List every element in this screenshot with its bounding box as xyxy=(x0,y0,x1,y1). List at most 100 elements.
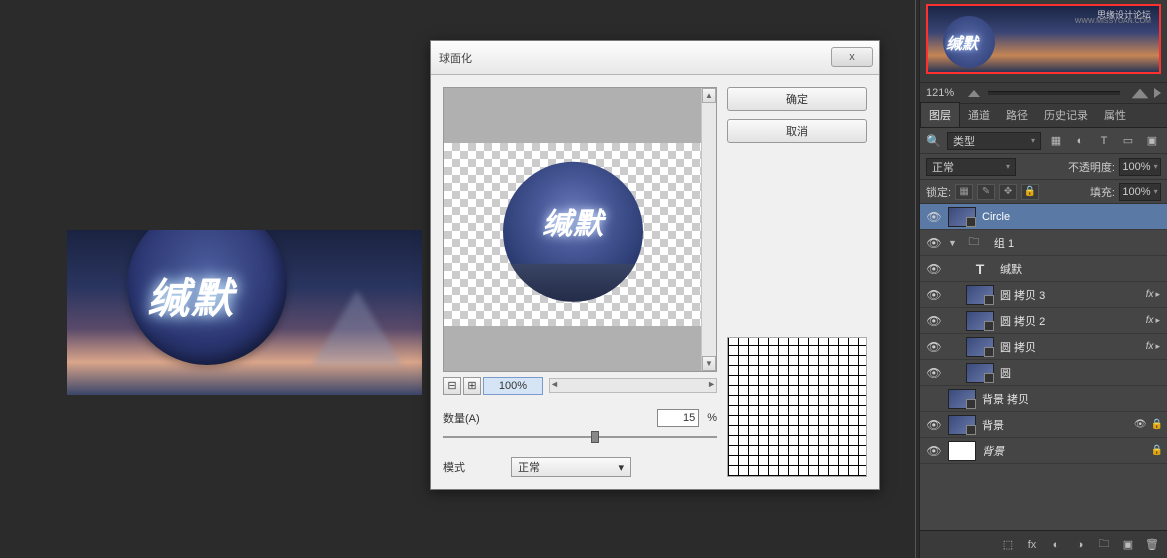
filter-preview[interactable]: 缄默 ▲ ▼ xyxy=(443,87,717,372)
layer-row[interactable]: 👁背景🔒 xyxy=(920,438,1167,464)
layer-thumbnail[interactable] xyxy=(948,415,976,435)
layer-name[interactable]: 背景 拷贝 xyxy=(982,391,1163,407)
group-icon[interactable]: 🗀 xyxy=(1093,535,1115,555)
tab-paths[interactable]: 路径 xyxy=(998,103,1036,127)
layer-row[interactable]: 👁 圆 拷贝 3fx▸ xyxy=(920,282,1167,308)
dialog-titlebar[interactable]: 球面化 x xyxy=(431,41,879,75)
fx-badge[interactable]: fx xyxy=(1146,289,1154,300)
lock-all-icon[interactable]: 🔒 xyxy=(1021,184,1039,200)
delete-layer-icon[interactable]: 🗑 xyxy=(1141,535,1163,555)
visibility-toggle[interactable]: 👁 xyxy=(920,366,948,380)
preview-scrollbar[interactable]: ▲ ▼ xyxy=(701,88,716,371)
layer-row[interactable]: 👁背景👁🔒 xyxy=(920,412,1167,438)
tab-channels[interactable]: 通道 xyxy=(960,103,998,127)
fill-value[interactable]: 100%▾ xyxy=(1119,183,1161,201)
fx-expand-icon[interactable]: ▸ xyxy=(1155,315,1160,326)
layer-thumbnail[interactable]: T xyxy=(966,259,994,279)
layer-name[interactable]: Circle xyxy=(982,211,1163,223)
layer-row[interactable]: 👁圆 xyxy=(920,360,1167,386)
visibility-toggle[interactable]: 👁 xyxy=(920,392,948,406)
cancel-button[interactable]: 取消 xyxy=(727,119,867,143)
layer-name[interactable]: 圆 xyxy=(1000,365,1163,381)
tab-history[interactable]: 历史记录 xyxy=(1036,103,1096,127)
layers-list[interactable]: 👁Circle👁▼🗀组 1👁T缄默👁圆 拷贝 3fx▸👁圆 拷贝 2fx▸👁圆 … xyxy=(920,204,1167,530)
filter-type-select[interactable]: 类型▾ xyxy=(947,132,1041,150)
fx-badge[interactable]: fx xyxy=(1146,341,1154,352)
panel-menu-icon[interactable] xyxy=(1154,88,1161,98)
layer-row[interactable]: 👁 Circle xyxy=(920,204,1167,230)
navigator-zoom-value[interactable]: 121% xyxy=(926,87,954,99)
layer-name[interactable]: 组 1 xyxy=(994,235,1163,251)
visibility-toggle[interactable]: 👁 xyxy=(920,262,948,276)
layer-thumbnail[interactable] xyxy=(966,311,994,331)
visibility-toggle[interactable]: 👁 xyxy=(920,444,948,458)
layer-thumbnail[interactable] xyxy=(948,207,976,227)
lock-position-icon[interactable]: ✥ xyxy=(999,184,1017,200)
scroll-down-icon[interactable]: ▼ xyxy=(702,356,716,371)
search-icon[interactable]: 🔍 xyxy=(926,134,941,148)
new-layer-icon[interactable]: ▣ xyxy=(1117,535,1139,555)
adjustment-layer-icon[interactable]: ◑ xyxy=(1069,535,1091,555)
zoom-scrollbar[interactable] xyxy=(549,378,717,393)
layer-thumbnail[interactable] xyxy=(966,337,994,357)
blend-mode-select[interactable]: 正常▾ xyxy=(926,158,1016,176)
filter-type-icon[interactable]: T xyxy=(1095,132,1113,150)
layer-thumbnail[interactable] xyxy=(948,389,976,409)
layer-name[interactable]: 缄默 xyxy=(1000,261,1163,277)
ok-button[interactable]: 确定 xyxy=(727,87,867,111)
layer-row[interactable]: 👁 T 缄默 xyxy=(920,256,1167,282)
visibility-toggle[interactable]: 👁 xyxy=(920,210,948,224)
layer-name[interactable]: 圆 拷贝 xyxy=(1000,339,1146,355)
visibility-toggle[interactable]: 👁 xyxy=(920,418,948,432)
scroll-up-icon[interactable]: ▲ xyxy=(702,88,716,103)
layer-thumbnail[interactable] xyxy=(966,363,994,383)
layer-thumbnail[interactable] xyxy=(948,441,976,461)
filter-adjust-icon[interactable]: ◐ xyxy=(1071,132,1089,150)
lock-pixels-icon[interactable]: ✎ xyxy=(977,184,995,200)
layer-mask-icon[interactable]: ◐ xyxy=(1045,535,1067,555)
navigator-thumbnail[interactable]: 思缘设计论坛 WWW.MISSYUAN.COM 缄默 xyxy=(926,4,1161,74)
zoom-in-button[interactable]: ⊞ xyxy=(463,377,481,395)
mode-select[interactable]: 正常 ▾ xyxy=(511,457,631,477)
layer-name[interactable]: 圆 拷贝 2 xyxy=(1000,313,1146,329)
layer-thumbnail[interactable] xyxy=(966,285,994,305)
zoom-out-icon[interactable] xyxy=(968,90,980,97)
layer-row[interactable]: 👁 圆 拷贝fx▸ xyxy=(920,334,1167,360)
lock-transparency-icon[interactable]: ▦ xyxy=(955,184,973,200)
opacity-value[interactable]: 100%▾ xyxy=(1119,158,1161,176)
mode-value: 正常 xyxy=(518,459,540,475)
layer-name[interactable]: 背景 xyxy=(982,443,1151,459)
layer-thumbnail[interactable]: 🗀 xyxy=(960,233,988,253)
zoom-slider[interactable] xyxy=(988,91,1120,95)
filter-shape-icon[interactable]: ▭ xyxy=(1119,132,1137,150)
zoom-value[interactable]: 100% xyxy=(483,377,543,395)
fx-expand-icon[interactable]: ▸ xyxy=(1155,341,1160,352)
navigator-panel[interactable]: 思缘设计论坛 WWW.MISSYUAN.COM 缄默 xyxy=(920,0,1167,82)
expand-arrow-icon[interactable]: ▼ xyxy=(948,238,957,248)
zoom-in-icon[interactable] xyxy=(1132,88,1149,98)
document-canvas[interactable]: 缄默 xyxy=(67,230,422,395)
visibility-toggle[interactable]: 👁 xyxy=(920,288,948,302)
layer-row[interactable]: 👁 圆 拷贝 2fx▸ xyxy=(920,308,1167,334)
zoom-out-button[interactable]: ⊟ xyxy=(443,377,461,395)
tab-properties[interactable]: 属性 xyxy=(1096,103,1134,127)
filter-pixel-icon[interactable]: ▦ xyxy=(1047,132,1065,150)
visibility-toggle[interactable]: 👁 xyxy=(920,340,948,354)
fx-badge[interactable]: fx xyxy=(1146,315,1154,326)
layer-name[interactable]: 背景 xyxy=(982,417,1134,433)
layer-style-icon[interactable]: fx xyxy=(1021,535,1043,555)
filter-smart-icon[interactable]: ▣ xyxy=(1143,132,1161,150)
amount-input[interactable] xyxy=(657,409,699,427)
fx-expand-icon[interactable]: ▸ xyxy=(1155,289,1160,300)
layer-row[interactable]: 👁▼🗀 组 1 xyxy=(920,230,1167,256)
close-button[interactable]: x xyxy=(831,47,873,67)
layer-row[interactable]: 👁 背景 拷贝 xyxy=(920,386,1167,412)
layer-name[interactable]: 圆 拷贝 3 xyxy=(1000,287,1146,303)
visibility-toggle[interactable]: 👁 xyxy=(920,314,948,328)
slider-thumb[interactable] xyxy=(591,431,599,443)
visibility-toggle[interactable]: 👁 xyxy=(920,236,948,250)
link-layers-icon[interactable]: ⬚ xyxy=(997,535,1019,555)
panel-divider[interactable] xyxy=(915,0,916,558)
tab-layers[interactable]: 图层 xyxy=(920,102,960,127)
amount-slider[interactable] xyxy=(443,430,717,443)
